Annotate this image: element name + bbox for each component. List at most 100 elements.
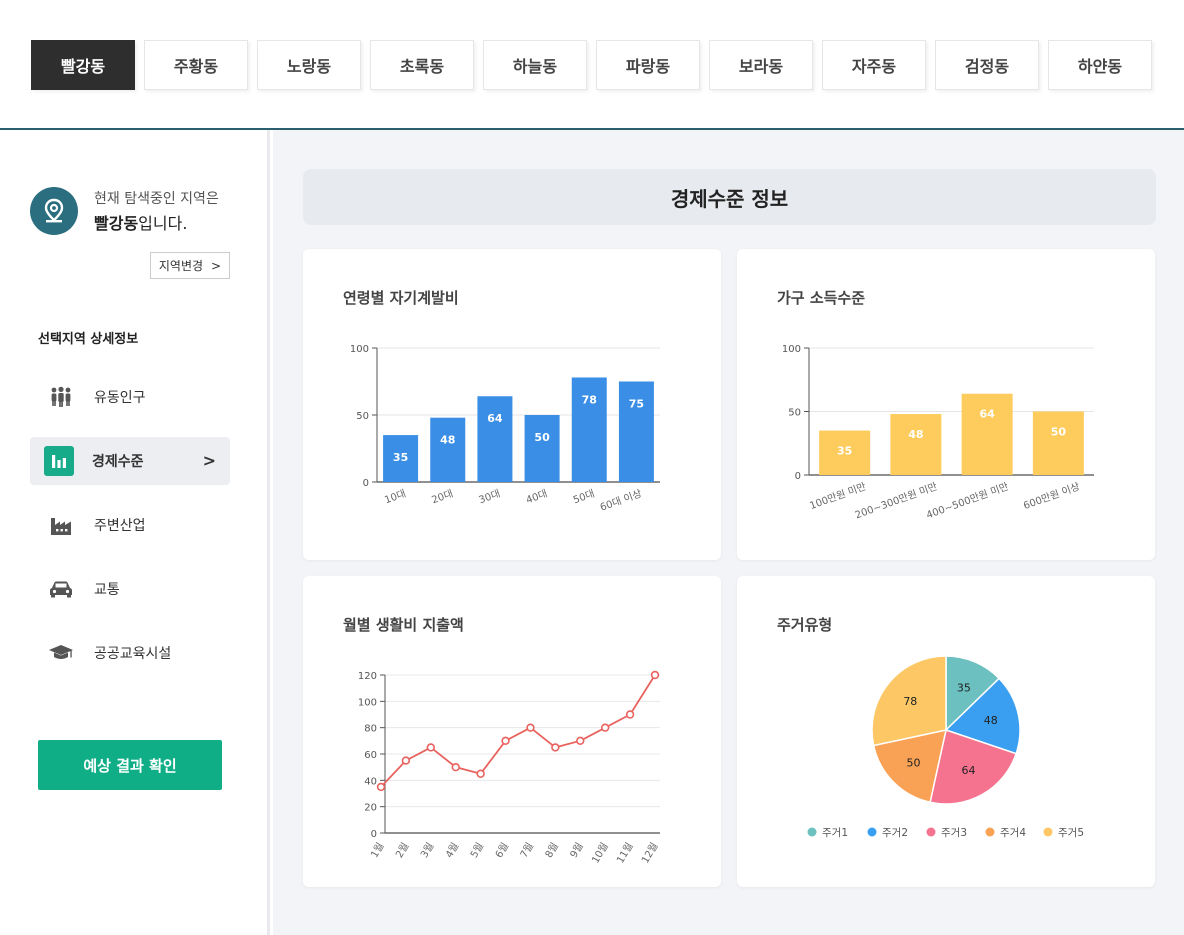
x-tick-label: 1월 bbox=[368, 841, 386, 860]
x-tick-label: 40대 bbox=[524, 488, 549, 507]
sidebar-item-factory[interactable]: 주변산업 bbox=[30, 501, 230, 549]
legend-label: 주거4 bbox=[1000, 827, 1026, 839]
bar-value-label: 50 bbox=[1051, 426, 1067, 439]
legend-label: 주거5 bbox=[1058, 827, 1084, 839]
location-name: 빨강동 bbox=[94, 214, 139, 233]
car-icon bbox=[46, 574, 76, 604]
slice-value-label: 48 bbox=[984, 714, 998, 727]
bar-value-label: 48 bbox=[908, 428, 923, 441]
chart-card-household-income: 가구 소득수준 0 50 100 35 100만원 미만 48 200~300만원 미만 64… bbox=[737, 249, 1155, 560]
y-tick-label: 100 bbox=[358, 697, 377, 708]
x-tick-label: 600만원 이상 bbox=[1022, 481, 1082, 512]
data-point bbox=[551, 743, 560, 752]
y-tick-label: 40 bbox=[364, 776, 377, 787]
series-line bbox=[380, 674, 656, 788]
district-tab[interactable]: 보라동 bbox=[709, 40, 813, 90]
bar-chart-icon bbox=[44, 446, 74, 476]
x-tick-label: 5월 bbox=[468, 841, 486, 860]
district-tab[interactable]: 자주동 bbox=[822, 40, 926, 90]
y-tick-label: 120 bbox=[358, 671, 377, 682]
bar bbox=[477, 396, 513, 482]
district-tab[interactable]: 빨강동 bbox=[31, 40, 135, 90]
bar-value-label: 75 bbox=[629, 398, 644, 411]
legend-label: 주거2 bbox=[882, 827, 908, 839]
bar bbox=[890, 414, 942, 475]
data-point bbox=[376, 782, 386, 792]
bar bbox=[1032, 411, 1084, 475]
change-region-label: 지역변경 bbox=[158, 259, 204, 273]
district-tab[interactable]: 주황동 bbox=[144, 40, 248, 90]
monthly-expense-line-chart: 0 20 40 60 80 100 120 1월 2월 3월 4월 5월 6월 7월 8월 9월 10월 11월 1… bbox=[358, 670, 661, 866]
detail-menu: 유동인구경제수준 > 주변산업교통공공교육시설 bbox=[30, 373, 230, 693]
district-tabs: 빨강동 주황동 노랑동 초록동 하늘동 파랑동 보라동 자주동 검정동 하얀동 bbox=[31, 40, 1152, 90]
sidebar-item-label: 공공교육시설 bbox=[94, 646, 172, 662]
x-tick-label: 20대 bbox=[430, 488, 455, 507]
data-point bbox=[476, 769, 485, 778]
sidebar-item-car[interactable]: 교통 bbox=[30, 565, 230, 613]
detail-section-title: 선택지역 상세정보 bbox=[38, 332, 139, 347]
sidebar: 현재 탐색중인 지역은 빨강동입니다. 지역변경 > 선택지역 상세정보 유동인… bbox=[0, 130, 270, 935]
x-tick-label: 30대 bbox=[477, 488, 502, 507]
chart-card-monthly-expense: 월별 생활비 지출액 0 20 40 60 80 100 120 1월 2월 3월 4월 5월 6월 7월… bbox=[303, 576, 721, 887]
chevron-right-icon: > bbox=[211, 258, 222, 273]
y-tick-label: 50 bbox=[788, 408, 801, 419]
y-tick-label: 60 bbox=[364, 750, 377, 761]
location-suffix: 입니다. bbox=[138, 214, 188, 233]
district-tab[interactable]: 초록동 bbox=[370, 40, 474, 90]
chevron-right-icon: > bbox=[202, 451, 216, 470]
people-icon bbox=[46, 382, 76, 412]
x-tick-label: 2월 bbox=[393, 841, 411, 860]
bar-value-label: 48 bbox=[440, 434, 455, 447]
x-tick-label: 4월 bbox=[443, 841, 461, 860]
sidebar-item-bar-chart[interactable]: 경제수준 > bbox=[30, 437, 230, 485]
bar-value-label: 64 bbox=[487, 412, 503, 425]
y-tick-label: 50 bbox=[356, 411, 369, 422]
household-income-bar-chart: 05010035100만원 미만48200~300만원 미만64400~500만… bbox=[782, 344, 1094, 522]
bar-value-label: 64 bbox=[979, 408, 995, 421]
sidebar-item-label: 경제수준 bbox=[92, 454, 144, 470]
data-point bbox=[576, 736, 585, 746]
x-tick-label: 6월 bbox=[493, 841, 511, 860]
change-region-button[interactable]: 지역변경 > bbox=[150, 252, 230, 279]
data-point bbox=[451, 762, 460, 772]
legend-swatch bbox=[867, 827, 877, 837]
data-point bbox=[650, 670, 660, 680]
x-tick-label: 400~500만원 미만 bbox=[925, 481, 1010, 522]
x-tick-label: 60대 이상 bbox=[598, 488, 643, 514]
legend-label: 주거3 bbox=[941, 827, 967, 839]
bar bbox=[524, 415, 560, 482]
location-pin-icon bbox=[30, 187, 78, 235]
x-tick-label: 9월 bbox=[568, 841, 586, 860]
main-content: 경제수준 정보 연령별 자기계발비 0 50 100 35 10대 48 20대 64 30대 5… bbox=[273, 130, 1184, 935]
district-tab[interactable]: 검정동 bbox=[935, 40, 1039, 90]
data-point bbox=[401, 756, 411, 765]
district-tab[interactable]: 노랑동 bbox=[257, 40, 361, 90]
chart-card-housing-type: 주거유형 35 48 64 50 78 주거1 주거2 주거3 주거4 주거5 bbox=[737, 576, 1155, 887]
predict-result-button[interactable]: 예상 결과 확인 bbox=[38, 740, 222, 790]
x-tick-label: 8월 bbox=[543, 841, 561, 860]
factory-icon bbox=[46, 510, 76, 540]
slice-value-label: 35 bbox=[957, 682, 971, 695]
district-tab[interactable]: 파랑동 bbox=[596, 40, 700, 90]
y-tick-label: 100 bbox=[782, 344, 801, 355]
bar-value-label: 35 bbox=[837, 445, 852, 458]
section-title: 경제수준 정보 bbox=[303, 169, 1156, 225]
legend-swatch bbox=[807, 827, 817, 837]
slice-value-label: 78 bbox=[903, 695, 917, 708]
bar-value-label: 78 bbox=[582, 393, 597, 406]
district-tab[interactable]: 하늘동 bbox=[483, 40, 587, 90]
y-tick-label: 100 bbox=[350, 344, 369, 355]
district-tab[interactable]: 하얀동 bbox=[1048, 40, 1152, 90]
graduation-cap-icon bbox=[46, 638, 76, 668]
sidebar-item-graduation-cap[interactable]: 공공교육시설 bbox=[30, 629, 230, 677]
x-tick-label: 50대 bbox=[572, 488, 597, 507]
x-tick-label: 100만원 미만 bbox=[808, 481, 868, 512]
sidebar-item-people[interactable]: 유동인구 bbox=[30, 373, 230, 421]
legend-swatch bbox=[926, 827, 936, 837]
location-caption: 현재 탐색중인 지역은 bbox=[94, 191, 219, 207]
sidebar-item-label: 교통 bbox=[94, 582, 120, 598]
sidebar-item-label: 유동인구 bbox=[94, 390, 146, 406]
x-tick-label: 10대 bbox=[383, 488, 408, 507]
x-tick-label: 12월 bbox=[639, 841, 660, 866]
y-tick-label: 0 bbox=[371, 829, 377, 840]
